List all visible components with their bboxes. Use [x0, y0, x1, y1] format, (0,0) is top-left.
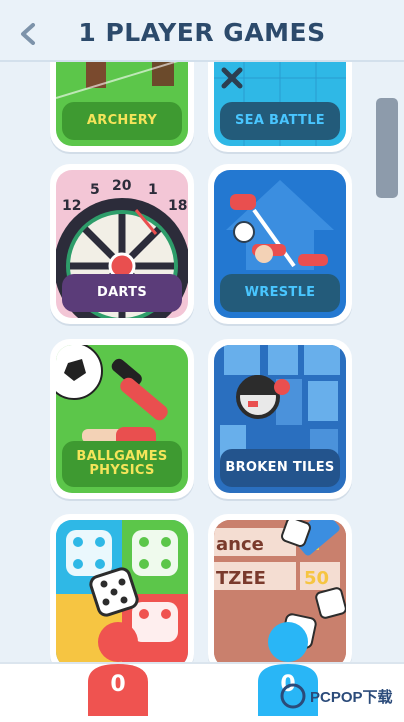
game-tile-ballgames-physics[interactable]: BALLGAMES PHYSICS: [50, 339, 194, 499]
dart-number-18: 18: [168, 198, 187, 214]
scrollbar-thumb[interactable]: [376, 98, 398, 198]
tile-label-broken-tiles: BROKEN TILES: [220, 449, 340, 487]
ballgames-label-line1: BALLGAMES: [76, 449, 168, 464]
game-tile-wrestle[interactable]: WRESTLE: [208, 164, 352, 324]
darts-image: 5 20 1 12 18 DARTS: [56, 170, 188, 318]
player-one-icon: [88, 622, 148, 716]
yahtzee-text-tzee: TZEE: [216, 568, 266, 589]
archery-label: ARCHERY: [86, 113, 158, 128]
game-tile-broken-tiles[interactable]: BROKEN TILES: [208, 339, 352, 499]
wrestle-image: WRESTLE: [214, 170, 346, 318]
page-title: 1 PLAYER GAMES: [78, 18, 326, 47]
tile-label-archery: ARCHERY: [62, 102, 182, 140]
player-one-button[interactable]: 0: [83, 620, 153, 716]
tile-label-wrestle: WRESTLE: [220, 274, 340, 312]
games-grid: ARCHERY SEA BATTLE 5 20 1 12 18 DARTS WR…: [0, 0, 404, 720]
broken-tiles-image: BROKEN TILES: [214, 345, 346, 493]
dart-number-20: 20: [112, 178, 132, 194]
broken-tiles-label: BROKEN TILES: [225, 460, 335, 475]
ballgames-label-line2: PHYSICS: [89, 463, 155, 478]
header-bar: 1 PLAYER GAMES: [0, 0, 404, 62]
dart-number-1: 1: [148, 182, 158, 198]
tile-label-ballgames-physics: BALLGAMES PHYSICS: [62, 441, 182, 487]
pcpop-logo-icon: [280, 683, 306, 709]
dart-number-5: 5: [90, 182, 100, 198]
darts-label: DARTS: [96, 285, 147, 300]
wrestle-label: WRESTLE: [244, 285, 316, 300]
sea-battle-label: SEA BATTLE: [235, 113, 325, 128]
game-tile-darts[interactable]: 5 20 1 12 18 DARTS: [50, 164, 194, 324]
player-one-count: 0: [110, 672, 126, 697]
yahtzee-text-chance: ance: [216, 534, 264, 555]
yahtzee-text-50: 50: [304, 568, 329, 589]
dart-number-12: 12: [62, 198, 81, 214]
ballgames-image: BALLGAMES PHYSICS: [56, 345, 188, 493]
tile-label-darts: DARTS: [62, 274, 182, 312]
watermark: PCPOP下载: [280, 683, 393, 709]
tile-label-sea-battle: SEA BATTLE: [220, 102, 340, 140]
watermark-text: PCPOP下载: [310, 688, 393, 706]
